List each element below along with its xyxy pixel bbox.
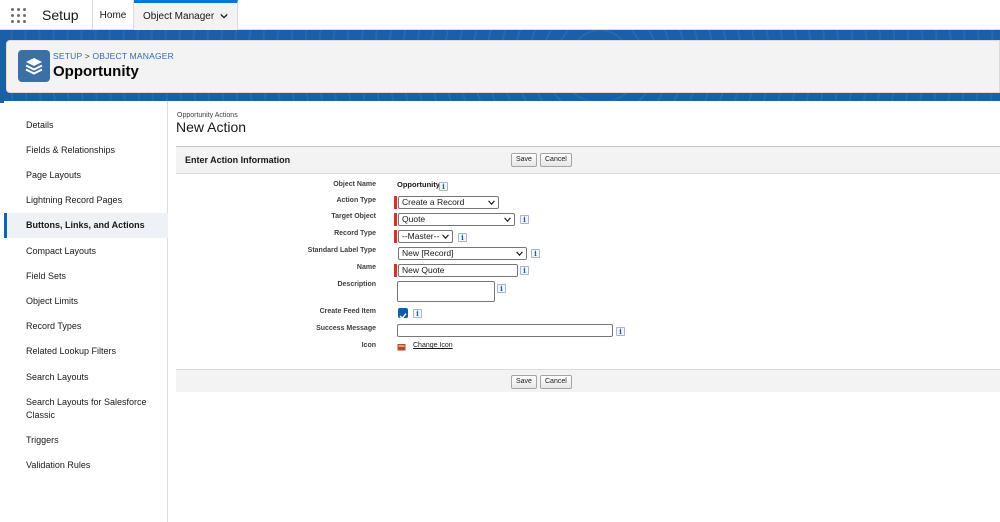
section-label: Opportunity Actions [177,112,238,119]
record-type-required-bar [394,230,397,243]
sidebar-item-search-layouts-classic[interactable]: Search Layouts for Salesforce Classic [4,396,168,422]
tab-object-manager[interactable]: Object Manager [134,0,238,30]
sidebar-item-record-types[interactable]: Record Types [4,320,168,333]
breadcrumb: SETUP > OBJECT MANAGER [53,51,174,61]
cancel-button-top[interactable]: Cancel [540,153,572,167]
name-required-bar [394,264,397,277]
checkmark-icon [399,313,407,320]
sidebar-item-field-sets[interactable]: Field Sets [4,270,168,283]
chevron-down-icon [488,200,495,205]
sidebar-item-compact-layouts[interactable]: Compact Layouts [4,245,168,258]
create-feed-item-label: Create Feed Item [319,308,376,315]
action-type-value: Create a Record [402,197,465,207]
record-type-value: --Master-- [402,231,440,241]
chevron-down-icon [516,251,523,256]
success-message-label: Success Message [316,325,376,332]
global-header: Setup Home Object Manager [0,0,1000,30]
record-type-label: Record Type [334,230,376,237]
standard-label-type-value: New [Record] [402,248,454,258]
sidebar-item-buttons-links-actions[interactable]: Buttons, Links, and Actions [4,213,168,238]
sidebar-item-lightning-record-pages[interactable]: Lightning Record Pages [4,194,168,207]
object-name-info-icon[interactable]: i [439,182,448,191]
sidebar-item-page-layouts[interactable]: Page Layouts [4,169,168,182]
sidebar-item-triggers[interactable]: Triggers [4,434,168,447]
sidebar-item-fields-relationships[interactable]: Fields & Relationships [4,144,168,157]
action-type-select[interactable]: Create a Record [398,196,499,209]
action-form-panel: Enter Action Information Save Cancel Obj… [176,146,1000,392]
standard-label-type-label: Standard Label Type [307,247,376,254]
tab-object-manager-label: Object Manager [143,11,215,22]
name-info-icon[interactable]: i [520,266,529,275]
action-type-label: Action Type [336,197,376,204]
target-object-info-icon[interactable]: i [520,215,529,224]
breadcrumb-object-manager-link[interactable]: OBJECT MANAGER [92,51,174,61]
panel-footer: Save Cancel [176,369,1000,392]
sidebar-item-object-limits[interactable]: Object Limits [4,295,168,308]
target-object-required-bar [394,213,397,226]
action-icon-preview [397,344,406,351]
app-launcher-icon[interactable] [11,8,27,24]
action-type-required-bar [394,196,397,209]
sidebar-item-validation-rules[interactable]: Validation Rules [4,459,168,472]
chevron-down-icon [504,217,511,222]
standard-label-type-info-icon[interactable]: i [531,249,540,258]
target-object-value: Quote [402,214,426,224]
object-name-value: Opportunity [397,180,440,189]
create-feed-item-info-icon[interactable]: i [413,309,422,318]
target-object-select[interactable]: Quote [398,213,515,226]
success-message-info-icon[interactable]: i [616,327,625,336]
panel-header: Enter Action Information Save Cancel [176,147,1000,174]
save-button-top[interactable]: Save [511,153,537,167]
sidebar-item-details[interactable]: Details [4,119,168,132]
save-button-bottom[interactable]: Save [511,375,537,389]
name-input[interactable]: New Quote [398,264,518,277]
chevron-down-icon[interactable] [220,12,228,20]
description-info-icon[interactable]: i [497,284,506,293]
icon-label: Icon [361,342,376,349]
description-textarea[interactable] [397,281,495,302]
main-content: Opportunity Actions New Action Enter Act… [168,101,1000,522]
object-name-label: Object Name [333,181,376,188]
sidebar-item-related-lookup-filters[interactable]: Related Lookup Filters [4,345,168,358]
create-feed-item-checkbox[interactable] [398,308,408,320]
layers-icon [18,50,50,82]
success-message-input[interactable] [397,324,613,337]
name-label: Name [356,264,376,271]
chevron-down-icon [442,234,449,239]
sidebar-item-search-layouts[interactable]: Search Layouts [4,371,168,384]
page-title: Opportunity [53,63,139,80]
object-manager-sidebar: Details Fields & Relationships Page Layo… [4,101,168,522]
tab-home[interactable]: Home [92,0,134,30]
app-name: Setup [42,7,79,23]
standard-label-type-select[interactable]: New [Record] [398,247,527,260]
breadcrumb-separator: > [84,51,90,61]
target-object-label: Target Object [331,213,376,220]
breadcrumb-setup-link[interactable]: SETUP [53,51,82,61]
object-header: SETUP > OBJECT MANAGER Opportunity [6,40,1000,93]
description-label: Description [337,281,376,288]
record-type-info-icon[interactable]: i [458,233,467,242]
change-icon-link[interactable]: Change Icon [413,342,453,349]
record-type-select[interactable]: --Master-- [398,230,453,243]
panel-title: Enter Action Information [185,155,291,165]
main-title: New Action [176,119,247,135]
cancel-button-bottom[interactable]: Cancel [540,375,572,389]
